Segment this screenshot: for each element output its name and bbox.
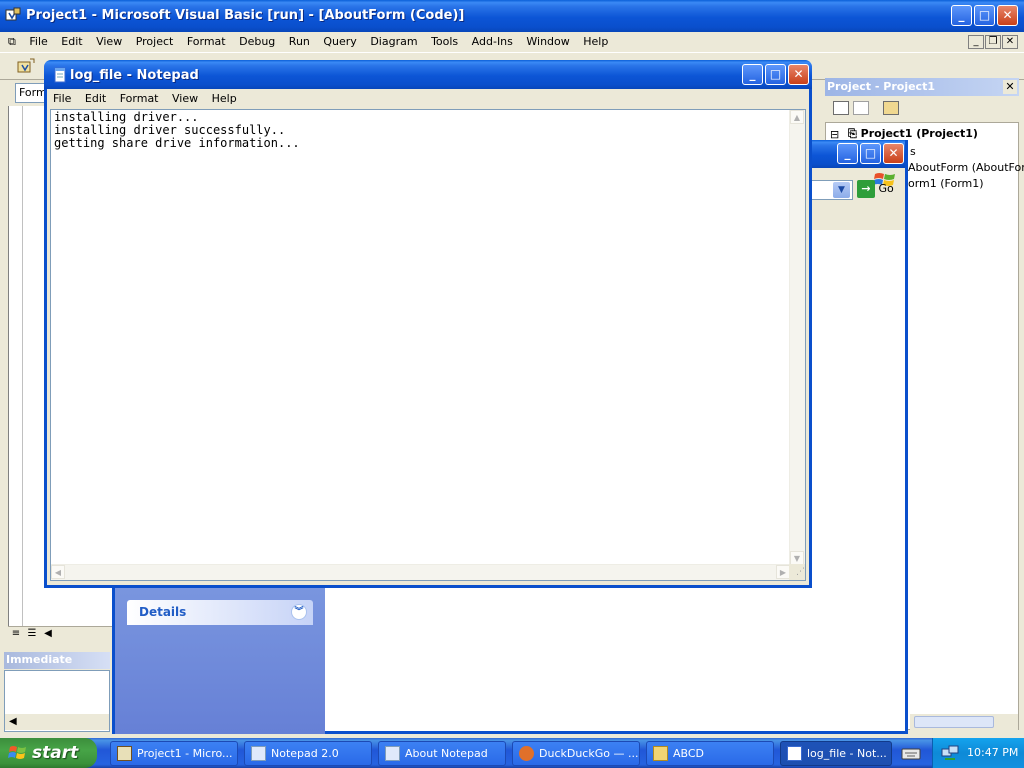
folder-task-icon <box>653 746 668 761</box>
menu-diagram[interactable]: Diagram <box>365 32 422 48</box>
mdi-close-button[interactable]: ✕ <box>1002 35 1018 49</box>
full-module-view-icon[interactable]: ☰ <box>24 627 40 641</box>
view-code-icon[interactable] <box>833 101 849 115</box>
code-margin <box>9 106 23 626</box>
about-close-button[interactable]: ✕ <box>883 143 904 164</box>
notepad-vertical-scrollbar[interactable]: ▲ ▼ <box>789 110 805 565</box>
tree-project-node[interactable]: ⎘ Project1 (Project1) <box>848 127 978 141</box>
about-minimize-button[interactable]: _ <box>837 143 858 164</box>
about-maximize-button[interactable]: □ <box>860 143 881 164</box>
notepad-text-area[interactable]: installing driver... installing driver s… <box>50 109 806 581</box>
details-section-header[interactable]: Details ︾ <box>127 600 313 625</box>
notepad-menu-bar: File Edit Format View Help <box>47 89 809 109</box>
scroll-thumb[interactable] <box>914 716 994 728</box>
vb-close-button[interactable]: ✕ <box>997 5 1018 26</box>
task-about-notepad[interactable]: About Notepad <box>378 741 506 766</box>
notepad-minimize-button[interactable]: _ <box>742 64 763 85</box>
vb-minimize-button[interactable]: _ <box>951 5 972 26</box>
project-node-icon: ⎘ <box>848 127 857 140</box>
menu-help[interactable]: Help <box>578 32 613 48</box>
notepad-menu-view[interactable]: View <box>167 89 203 105</box>
notepad-title-bar[interactable]: log_file - Notepad _ □ ✕ <box>44 60 812 89</box>
task-duckduckgo[interactable]: DuckDuckGo — ... <box>512 741 640 766</box>
menu-add-ins[interactable]: Add-Ins <box>467 32 518 48</box>
menu-format[interactable]: Format <box>182 32 231 48</box>
go-arrow-icon: → <box>857 180 875 198</box>
menu-query[interactable]: Query <box>318 32 361 48</box>
immediate-window-title: Immediate <box>4 652 110 669</box>
code-window-icon[interactable]: ⧉ <box>0 32 21 49</box>
vb-title-text: Project1 - Microsoft Visual Basic [run] … <box>26 8 465 23</box>
notepad-title-text: log_file - Notepad <box>70 68 199 83</box>
scroll-left-arrow[interactable]: ◀ <box>51 565 65 579</box>
clock[interactable]: 10:47 PM <box>967 738 1018 768</box>
taskbar: start Project1 - Micro... Notepad 2.0 Ab… <box>0 738 1024 768</box>
menu-debug[interactable]: Debug <box>234 32 280 48</box>
notepad-content: installing driver... installing driver s… <box>54 110 300 150</box>
mdi-child-buttons: _ ❐ ✕ <box>967 34 1018 49</box>
address-dropdown-icon[interactable]: ▼ <box>833 182 850 198</box>
notepad-maximize-button[interactable]: □ <box>765 64 786 85</box>
task-notepad2[interactable]: Notepad 2.0 <box>244 741 372 766</box>
tree-aboutform-node[interactable]: AboutForm (AboutForm <box>908 161 1024 174</box>
vb-maximize-button[interactable]: □ <box>974 5 995 26</box>
keyboard-icon[interactable] <box>900 744 922 762</box>
window-task-icon <box>251 746 266 761</box>
vb-app-icon <box>5 7 21 21</box>
window-task-icon <box>385 746 400 761</box>
task-abcd-folder[interactable]: ABCD <box>646 741 774 766</box>
menu-edit[interactable]: Edit <box>56 32 87 48</box>
project-tree-scrollbar[interactable] <box>910 714 1018 730</box>
toggle-folders-icon[interactable] <box>883 101 899 115</box>
vb-task-icon <box>117 746 132 761</box>
menu-project[interactable]: Project <box>131 32 179 48</box>
notepad-window: log_file - Notepad _ □ ✕ File Edit Forma… <box>44 60 812 588</box>
project-explorer-toolbar <box>825 96 1019 122</box>
go-button[interactable]: → Go <box>857 180 907 200</box>
vb-title-bar[interactable]: Project1 - Microsoft Visual Basic [run] … <box>0 0 1024 32</box>
task-pane: Details ︾ <box>115 585 325 734</box>
network-icon[interactable] <box>941 745 959 761</box>
notepad-task-icon <box>787 746 802 761</box>
scroll-up-arrow[interactable]: ▲ <box>790 110 804 124</box>
notepad-icon <box>54 67 66 83</box>
menu-window[interactable]: Window <box>521 32 574 48</box>
immediate-scrollbar[interactable]: ◀ <box>5 714 109 730</box>
menu-file[interactable]: File <box>24 32 52 48</box>
code-view-toggles: ≡ ☰ ◀ <box>8 626 112 642</box>
notepad-menu-format[interactable]: Format <box>115 89 164 105</box>
resize-grip-icon[interactable]: ⋰ <box>789 564 805 580</box>
tree-forms-folder[interactable]: s <box>910 145 916 158</box>
notepad-horizontal-scrollbar[interactable]: ◀ ▶ <box>51 564 790 580</box>
chevron-down-icon[interactable]: ︾ <box>291 604 307 620</box>
tree-form1-node[interactable]: orm1 (Form1) <box>908 177 984 190</box>
mdi-restore-button[interactable]: ❐ <box>985 35 1001 49</box>
vb-menu-bar: ⧉ File Edit View Project Format Debug Ru… <box>0 32 1024 52</box>
system-tray: 10:47 PM <box>932 738 1024 768</box>
notepad-menu-edit[interactable]: Edit <box>80 89 111 105</box>
project-explorer-title: Project - Project1 <box>825 78 1019 96</box>
add-project-icon[interactable] <box>16 57 36 75</box>
scroll-right-arrow[interactable]: ▶ <box>776 565 790 579</box>
scroll-down-arrow[interactable]: ▼ <box>790 551 804 565</box>
firefox-task-icon <box>519 746 534 761</box>
notepad-menu-file[interactable]: File <box>47 89 76 105</box>
menu-view[interactable]: View <box>91 32 127 48</box>
view-object-icon[interactable] <box>853 101 869 115</box>
notepad-menu-help[interactable]: Help <box>207 89 242 105</box>
scroll-left-arrow[interactable]: ◀ <box>40 627 56 641</box>
menu-tools[interactable]: Tools <box>426 32 463 48</box>
project-explorer-close-button[interactable]: ✕ <box>1003 80 1017 94</box>
task-log-file-notepad[interactable]: log_file - Not... <box>780 741 892 766</box>
procedure-view-icon[interactable]: ≡ <box>8 627 24 641</box>
notepad-close-button[interactable]: ✕ <box>788 64 809 85</box>
windows-flag-icon <box>8 746 26 759</box>
task-vb-project[interactable]: Project1 - Micro... <box>110 741 238 766</box>
menu-run[interactable]: Run <box>284 32 315 48</box>
start-button[interactable]: start <box>0 738 97 768</box>
mdi-minimize-button[interactable]: _ <box>968 35 984 49</box>
